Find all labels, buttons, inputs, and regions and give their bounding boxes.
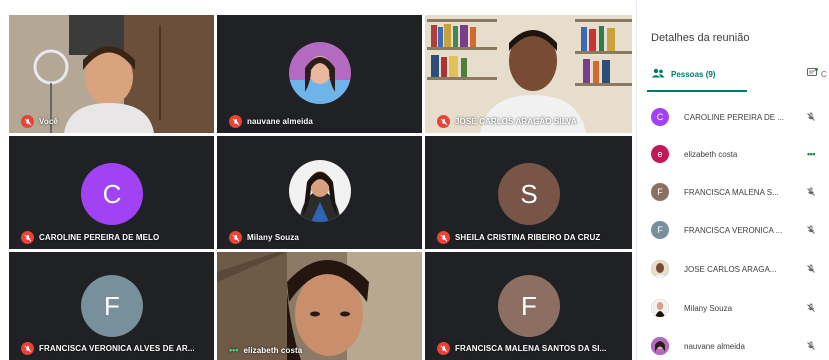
mic-off-icon [21,115,34,128]
participant-name: FRANCISCA VERONICA ALVES DE AR... [39,344,195,353]
participant-name: Milany Souza [247,233,299,242]
video-grid: Você nauvane almeida JOSE CARLOS ARAGÃO … [0,0,636,360]
participant-name: JOSE CARLOS ARAGÃO SILVA [455,117,577,126]
meeting-details-panel: Detalhes da reunião Pessoas (9) C C CARO… [636,0,829,360]
mic-off-icon [21,231,34,244]
avatar: C [81,163,143,225]
tile-francisca-veronica[interactable]: F FRANCISCA VERONICA ALVES DE AR... [9,252,214,360]
avatar [289,42,351,104]
participant-name: FRANCISCA MALENA SANTOS DA SI... [455,344,607,353]
tile-name-bar: CAROLINE PEREIRA DE MELO [21,231,159,244]
speaking-indicator-icon: ••• [807,149,815,159]
list-item[interactable]: F FRANCISCA VERONICA ... [637,215,829,245]
meet-window: Você nauvane almeida JOSE CARLOS ARAGÃO … [0,0,829,360]
chat-icon [807,68,818,80]
mic-off-icon [805,111,817,123]
tile-jose-carlos[interactable]: JOSE CARLOS ARAGÃO SILVA [425,15,632,133]
participant-name: Você [39,117,58,126]
elizabeth-video-frame [217,252,422,360]
tile-francisca-malena[interactable]: F FRANCISCA MALENA SANTOS DA SI... [425,252,632,360]
mic-off-icon [21,342,34,355]
avatar [289,160,351,222]
panel-tabs: Pessoas (9) C [637,60,829,92]
tile-self[interactable]: Você [9,15,214,133]
avatar [651,299,669,317]
participant-name: CAROLINE PEREIRA DE MELO [39,233,160,242]
tile-sheila[interactable]: S SHEILA CRISTINA RIBEIRO DA CRUZ [425,136,632,249]
panel-title: Detalhes da reunião [651,32,750,44]
mic-off-icon [437,115,450,128]
person-name: FRANCISCA VERONICA ... [684,225,783,235]
mic-off-icon [805,263,817,275]
mic-off-icon [805,302,817,314]
mic-off-icon [229,115,242,128]
people-icon [651,68,665,80]
list-item[interactable]: JOSE CARLOS ARAGA... [637,254,829,284]
active-tab-indicator [647,90,747,92]
avatar [651,337,669,355]
list-item[interactable]: F FRANCISCA MALENA S... [637,177,829,207]
avatar: e [651,145,669,163]
participant-name: nauvane almeida [247,117,313,126]
mic-off-icon [437,342,450,355]
person-name: Milany Souza [684,303,733,313]
person-name: FRANCISCA MALENA S... [684,187,779,197]
mic-off-icon [805,224,817,236]
avatar: F [651,183,669,201]
list-item[interactable]: e elizabeth costa ••• [637,139,829,169]
list-item[interactable]: Milany Souza [637,293,829,323]
avatar: F [651,221,669,239]
person-name: elizabeth costa [684,149,738,159]
tab-people[interactable]: Pessoas (9) [651,68,715,80]
participant-name: SHEILA CRISTINA RIBEIRO DA CRUZ [455,233,601,242]
tile-name-bar: FRANCISCA MALENA SANTOS DA SI... [437,342,607,355]
avatar: F [81,275,143,337]
list-item[interactable]: nauvane almeida [637,331,829,360]
tile-name-bar: Milany Souza [229,231,299,244]
speaking-indicator-icon: ••• [229,345,239,355]
mic-off-icon [805,186,817,198]
avatar: C [651,108,669,126]
tile-name-bar: FRANCISCA VERONICA ALVES DE AR... [21,342,195,355]
tile-name-bar: nauvane almeida [229,115,313,128]
tile-elizabeth-costa[interactable]: ••• elizabeth costa [217,252,422,360]
person-name: nauvane almeida [684,341,745,351]
tile-name-bar: JOSE CARLOS ARAGÃO SILVA [437,115,577,128]
tile-name-bar: ••• elizabeth costa [229,345,302,355]
tab-people-label: Pessoas (9) [671,69,716,79]
avatar: S [498,163,560,225]
tile-name-bar: SHEILA CRISTINA RIBEIRO DA CRUZ [437,231,600,244]
mic-off-icon [805,340,817,352]
participant-name: elizabeth costa [243,345,303,355]
mic-off-icon [229,231,242,244]
avatar: F [498,275,560,337]
mic-off-icon [437,231,450,244]
avatar [651,260,669,278]
tile-name-bar: Você [21,115,58,128]
list-item[interactable]: C CAROLINE PEREIRA DE ... [637,102,829,132]
tile-caroline[interactable]: C CAROLINE PEREIRA DE MELO [9,136,214,249]
person-name: CAROLINE PEREIRA DE ... [684,112,785,122]
tile-milany-souza[interactable]: Milany Souza [217,136,422,249]
person-name: JOSE CARLOS ARAGA... [684,264,777,274]
tile-nauvane-almeida[interactable]: nauvane almeida [217,15,422,133]
tab-chat-label: C [821,69,827,79]
tab-chat[interactable]: C [807,68,827,80]
